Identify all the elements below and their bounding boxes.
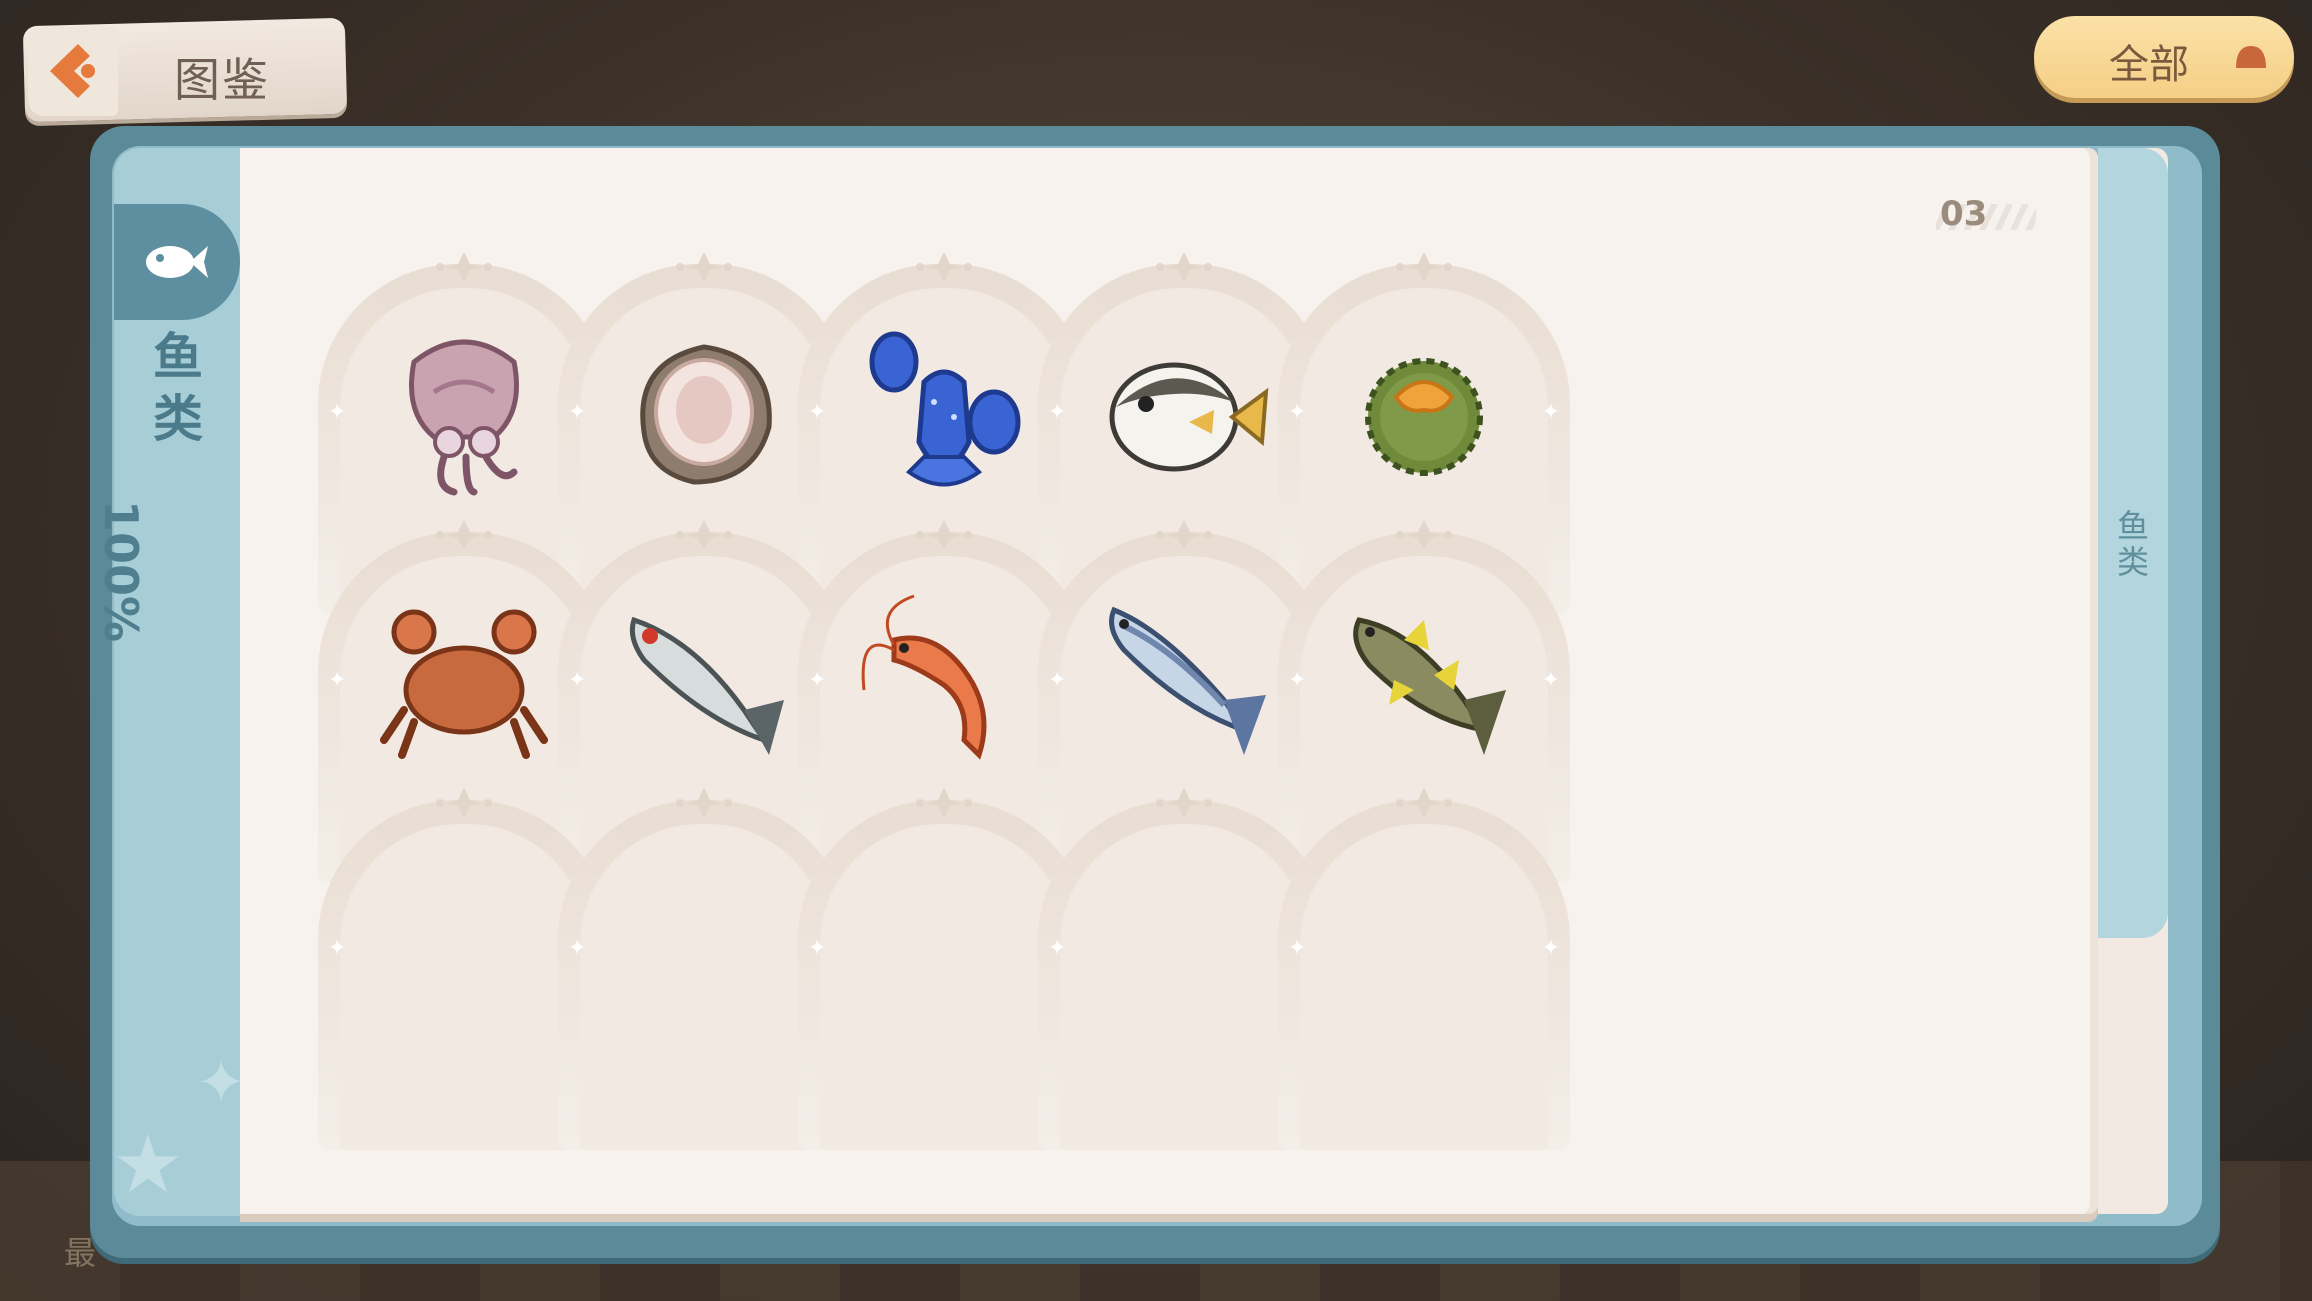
ornament-icon	[1394, 250, 1454, 284]
sparkle-icon: ✦	[328, 668, 347, 693]
ornament-icon	[674, 518, 734, 552]
filter-all-button[interactable]: 全部	[2034, 16, 2294, 98]
ornament-icon	[434, 786, 494, 820]
ornament-icon	[1154, 250, 1214, 284]
collection-grid: ✦✦ 墨鱼✦✦ 牡蛎✦✦ 蓝龙虾✦✦ 河鲀✦✦ 绿海胆✦✦	[318, 250, 2030, 1156]
tab-fish[interactable]	[114, 204, 240, 320]
sparkle-icon: ✦	[568, 400, 587, 425]
category-name: 鱼 类	[153, 328, 203, 448]
sparkle-icon: ✦	[1048, 936, 1067, 961]
back-arrow-icon	[28, 26, 118, 116]
sparkle-icon: ✦	[1288, 936, 1307, 961]
sparkle-icon: ✦	[1288, 400, 1307, 425]
collection-card-empty: ✦✦	[1278, 786, 1570, 1150]
cuttlefish-icon	[374, 322, 554, 502]
sparkle-icon: ✦	[328, 936, 347, 961]
filter-label: 全部	[2109, 42, 2189, 88]
side-tab-label: 鱼类	[2116, 507, 2149, 581]
ornament-icon	[674, 250, 734, 284]
sparkle-icon: ✦	[568, 668, 587, 693]
ornament-icon	[434, 518, 494, 552]
brown-crab-icon	[374, 590, 554, 770]
ornament-icon	[914, 786, 974, 820]
pufferfish-icon	[1094, 322, 1274, 502]
sparkle-icon: ✦	[1541, 936, 1560, 961]
sparkle-icon: ✦	[568, 936, 587, 961]
oyster-icon	[614, 322, 794, 502]
ornament-icon	[434, 250, 494, 284]
ornament-icon	[914, 250, 974, 284]
sparkle-icon: ✦	[808, 668, 827, 693]
arctic-shrimp-icon	[854, 590, 1034, 770]
back-button[interactable]: 图鉴	[22, 14, 348, 123]
fish-icon	[146, 246, 208, 278]
category-completion: 100%	[94, 500, 148, 643]
star-decoration-icon: ★	[112, 1118, 184, 1211]
card-frame	[1278, 800, 1570, 1150]
capelin-icon	[1094, 590, 1274, 770]
dropdown-icon	[2236, 46, 2266, 68]
ornament-icon	[1394, 518, 1454, 552]
sparkle-icon: ✦	[808, 936, 827, 961]
green-sea-urchin-icon	[1334, 322, 1514, 502]
sparkle-icon: ✦	[328, 400, 347, 425]
cod-icon	[1334, 590, 1514, 770]
star-decoration-icon: ✦	[196, 1048, 247, 1118]
ornament-icon	[1394, 786, 1454, 820]
ornament-icon	[914, 518, 974, 552]
page-number: 03	[1940, 194, 1988, 234]
sparkle-icon: ✦	[1048, 668, 1067, 693]
sparkle-icon: ✦	[1288, 668, 1307, 693]
ornament-icon	[674, 786, 734, 820]
blue-lobster-icon	[854, 322, 1034, 502]
sparkle-icon: ✦	[1048, 400, 1067, 425]
ornament-icon	[1154, 518, 1214, 552]
red-eye-fish-icon	[614, 590, 794, 770]
sparkle-icon: ✦	[808, 400, 827, 425]
ornament-icon	[1154, 786, 1214, 820]
sparkle-icon: ✦	[1541, 400, 1560, 425]
page-title: 图鉴	[174, 53, 270, 107]
sparkle-icon: ✦	[1541, 668, 1560, 693]
